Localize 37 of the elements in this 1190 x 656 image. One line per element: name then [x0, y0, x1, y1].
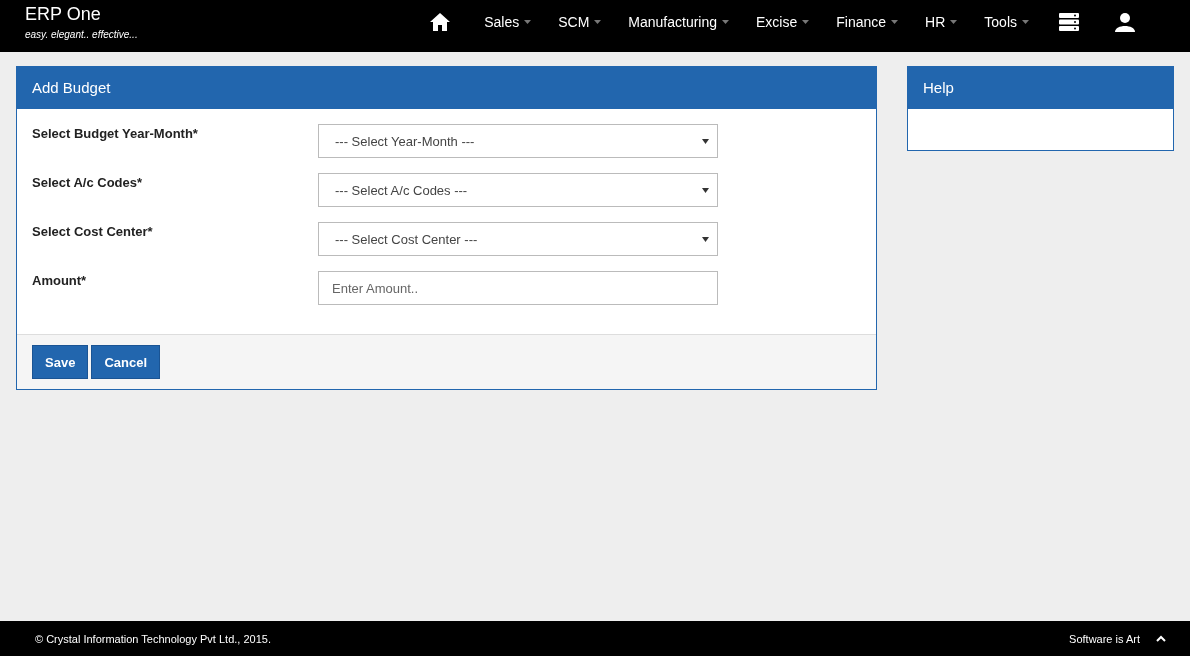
user-icon[interactable]	[1115, 12, 1135, 32]
field-label: Select A/c Codes*	[32, 174, 144, 190]
form-button[interactable]: Save	[32, 345, 89, 379]
nav-menu-link[interactable]: Finance	[821, 14, 911, 30]
caret-icon	[950, 20, 958, 24]
nav-menu-link[interactable]: HR	[910, 14, 970, 30]
copyright-text: © Crystal Information Technology Pvt Ltd., 2015.	[35, 632, 271, 645]
caret-icon	[1022, 20, 1029, 24]
nav-menu-link[interactable]: Tools	[969, 14, 1041, 30]
footer-tagline: Software is Art	[1069, 632, 1140, 645]
field-label: Select Cost Center*	[32, 223, 154, 239]
form-button[interactable]: Cancel	[91, 345, 160, 379]
nav-menu-link[interactable]: Manufacturing	[613, 14, 742, 30]
app-title[interactable]: ERP One	[25, 3, 138, 25]
caret-icon	[702, 138, 709, 144]
caret-icon	[802, 20, 810, 24]
caret-icon	[702, 187, 709, 193]
panel-title: Add Budget	[17, 67, 876, 109]
nav-menu-link[interactable]: SCM	[543, 14, 614, 30]
server-icon[interactable]	[1059, 13, 1079, 31]
dropdown-field[interactable]: --- Select A/c Codes ---	[318, 173, 718, 207]
panel-title: Help	[908, 67, 1173, 109]
caret-icon	[722, 20, 730, 24]
caret-icon	[594, 20, 602, 24]
scroll-up-icon[interactable]	[1156, 635, 1166, 642]
caret-icon	[891, 20, 899, 24]
amount-input-field[interactable]: Enter Amount..	[318, 271, 718, 305]
nav-menu-link[interactable]: Sales	[469, 14, 544, 30]
caret-icon	[524, 20, 532, 24]
home-icon[interactable]	[429, 12, 452, 32]
field-label: Amount*	[32, 272, 88, 288]
field-label: Select Budget Year-Month*	[32, 125, 199, 141]
nav-menu-link[interactable]: Excise	[741, 14, 822, 30]
app-tagline: easy. elegant.. effective...	[25, 29, 138, 40]
dropdown-field[interactable]: --- Select Cost Center ---	[318, 222, 718, 256]
caret-icon	[702, 236, 709, 242]
dropdown-field[interactable]: --- Select Year-Month ---	[318, 124, 718, 158]
